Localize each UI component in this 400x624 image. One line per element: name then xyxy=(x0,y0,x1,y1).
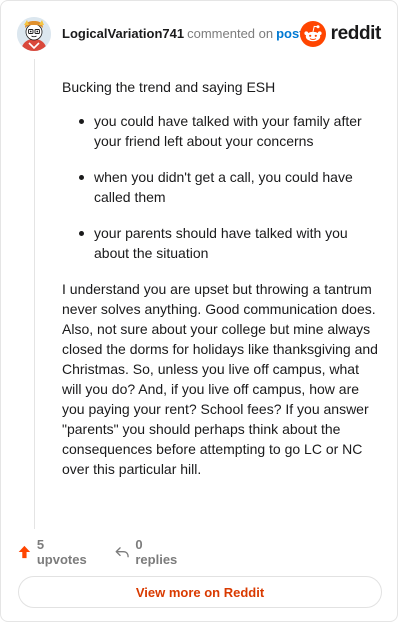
username-link[interactable]: LogicalVariation741 xyxy=(62,26,184,41)
comment-header: LogicalVariation741 commented on post redd… xyxy=(17,15,381,55)
user-avatar[interactable] xyxy=(17,17,51,51)
thread-line xyxy=(34,59,35,529)
list-item: you could have talked with your family a… xyxy=(62,111,380,151)
comment-meta: LogicalVariation741 commented on post xyxy=(62,26,304,42)
comment-paragraph: I understand you are upset but throwing … xyxy=(62,281,378,477)
reply-button[interactable]: 0 replies xyxy=(115,537,180,567)
reddit-logo-icon xyxy=(299,21,326,47)
list-item: when you didn't get a call, you could ha… xyxy=(62,167,380,207)
upvote-button[interactable]: 5 upvotes xyxy=(18,537,89,567)
upvote-arrow-icon xyxy=(18,545,31,559)
reddit-wordmark: reddit xyxy=(330,23,382,44)
snoo-avatar-icon xyxy=(17,17,51,51)
comment-intro: Bucking the trend and saying ESH xyxy=(62,79,276,95)
reddit-brand[interactable]: reddit xyxy=(299,20,382,48)
list-item: your parents should have talked with you… xyxy=(62,223,380,263)
comment-body: Bucking the trend and saying ESH you cou… xyxy=(62,77,380,479)
reply-arrow-icon xyxy=(115,546,129,557)
comment-embed-card: LogicalVariation741 commented on post redd… xyxy=(0,0,398,622)
upvote-count: 5 upvotes xyxy=(36,537,87,567)
reply-count: 0 replies xyxy=(135,537,178,567)
action-text: commented on xyxy=(187,26,274,41)
comment-bullet-list: you could have talked with your family a… xyxy=(62,111,380,263)
view-more-button[interactable]: View more on Reddit xyxy=(18,576,382,608)
